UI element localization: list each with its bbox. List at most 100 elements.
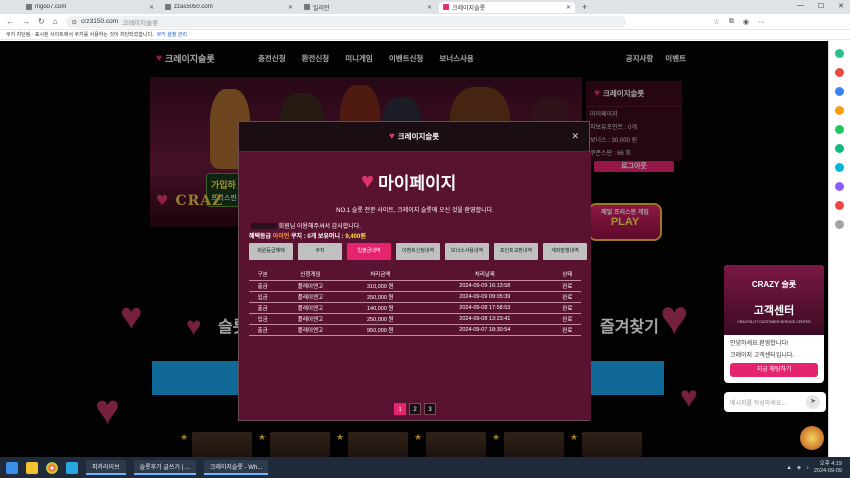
tray-icon[interactable]: ▲ [786,465,791,471]
menu-dots-icon[interactable]: ⋯ [758,18,765,26]
tab-account-history[interactable]: 계좌발행내역 [543,243,587,260]
sidebar-app-icon[interactable] [835,87,844,96]
browser-tab[interactable]: 일리언 ✕ [300,2,436,13]
start-icon[interactable] [6,461,18,474]
reload-icon[interactable]: ↻ [38,17,45,26]
chat-input[interactable]: 메시지를 작성하세요... ➤ [724,392,826,412]
volume-icon[interactable]: ♪ [806,465,809,471]
file-explorer-icon[interactable] [26,461,38,474]
sidebar-app-icon[interactable] [835,201,844,210]
welcome-line: 회원님 이용해주셔서 감사합니다. [251,221,361,230]
close-tab-icon[interactable]: ✕ [288,4,293,11]
browser-tab[interactable]: zzas5050.com ✕ [161,2,297,13]
close-tab-icon[interactable]: ✕ [427,4,432,11]
window-controls: — ☐ ✕ [797,2,844,10]
taskbar-app[interactable]: 피카라이브 [86,460,126,475]
clock[interactable]: 오후 4:19 2024-09-09 [814,461,842,475]
grade-line: 혜택등급 아이언 쿠지 : 0개 보유머니 : 9,400원 [249,231,366,240]
table-row: 출금 플레이엔고 950,000 원 2024-09-07 18:30:54 완료 [249,324,581,336]
tab-coupon[interactable]: 쿠지 [298,243,342,260]
browser-tab[interactable]: mgoo7.com ✕ [22,2,158,13]
tab-member-benefit[interactable]: 회원등급혜택 [249,243,293,260]
modal-subtitle: NO.1 슬롯 전문 사이트, 크레이지 슬롯에 오신 것을 환영합니다. [336,208,494,214]
close-tab-icon[interactable]: ✕ [149,4,154,11]
taskbar-app-label: 크레이지슬롯 - Wh... [209,465,263,471]
close-tab-icon[interactable]: ✕ [566,4,571,11]
pagination: 1 2 3 [394,403,436,415]
bookmark-star-icon[interactable]: ☆ [714,18,720,26]
back-icon[interactable]: ← [6,17,14,26]
chat-placeholder: 메시지를 작성하세요... [730,400,787,407]
column-header: 구분 [249,269,277,281]
info-link[interactable]: 쿠키 설정 관리 [157,31,187,38]
coupon-count: 쿠지 : 0개 [291,234,317,240]
whale-browser-icon[interactable] [66,461,78,474]
column-header: 신청게임 [276,269,345,281]
tab-point-history[interactable]: 포인트교환내역 [494,243,538,260]
url-field[interactable]: ⊙ crz3150.com 크레이지슬롯 [65,15,626,28]
close-icon[interactable]: ✕ [571,131,579,142]
column-header: 처리금액 [344,269,416,281]
chrome-icon[interactable] [46,461,58,474]
taskbar-app[interactable]: 슬롯후기 글쓰기 | ... [133,460,196,475]
tab-deposit-history[interactable]: 입출금내역 [347,243,391,260]
page-button[interactable]: 2 [409,403,421,415]
page-button-current[interactable]: 1 [394,403,406,415]
cell-game: 플레이엔고 [276,313,345,325]
cell-type: 출금 [249,280,277,292]
heart-logo-icon: ♥ [388,131,395,142]
home-icon[interactable]: ⌂ [53,17,58,26]
sidebar-app-icon[interactable] [835,144,844,153]
sidebar-app-icon[interactable] [835,106,844,115]
maximize-icon[interactable]: ☐ [818,2,824,10]
add-sidebar-icon[interactable] [835,220,844,229]
forward-icon[interactable]: → [22,17,30,26]
start-chat-button[interactable]: 지금 채팅하기 [730,363,818,377]
taskbar-app[interactable]: 크레이지슬롯 - Wh... [203,460,269,475]
extensions-icon[interactable]: ⧉ [729,18,734,26]
new-tab-button[interactable]: + [582,2,587,12]
cookie-info-bar: 쿠키 차단됨 · 표시된 사이트에서 쿠키를 사용하는 것이 차단되었습니다. … [0,30,850,40]
cell-status: 완료 [553,280,581,292]
clock-date: 2024-09-09 [813,467,842,474]
cell-type: 출금 [249,324,277,336]
cell-game: 플레이엔고 [276,291,345,303]
support-subtitle: CRAZYSLOT CUSTOMER SERVICE CENTER [737,320,811,324]
send-icon[interactable]: ➤ [806,395,820,409]
table-row: 입금 플레이엔고 250,000 원 2024-09-09 09:05:39 완료 [249,291,581,303]
grade-label: 혜택등급 [249,234,272,240]
support-brand: CRAZY 슬롯 [751,280,797,289]
support-message: 크레이지 고객센터입니다. [730,353,795,359]
table-header-row: 구분 신청게임 처리금액 처리날짜 상태 [249,269,581,281]
cell-status: 완료 [553,313,581,325]
welcome-text: 회원님 이용해주셔서 감사합니다. [278,224,361,230]
browser-tab-active[interactable]: 크레이지슬롯 ✕ [439,1,575,13]
cell-type: 출금 [249,302,277,314]
tab-label: zzas5050.com [174,4,213,10]
sidebar-app-icon[interactable] [835,125,844,134]
sidebar-app-icon[interactable] [835,182,844,191]
chat-bot-avatar[interactable] [800,426,824,450]
favicon-icon [165,4,171,10]
minimize-icon[interactable]: — [797,2,804,10]
info-text: 쿠키 차단됨 · 표시된 사이트에서 쿠키를 사용하는 것이 차단되었습니다. [6,32,154,38]
cell-amount: 250,000 원 [344,313,416,325]
profile-icon[interactable]: ◉ [743,18,749,26]
cell-amount: 140,000 원 [344,302,416,314]
cell-type: 입금 [249,313,277,325]
support-message: 안녕하세요.환영합니다! [730,341,789,347]
heart-logo-icon: ♥ [361,168,375,193]
mypage-title: ♥ 마이페이지 [361,168,456,194]
tab-bonus-history[interactable]: 보너스사용내역 [445,243,489,260]
sidebar-app-icon[interactable] [835,49,844,58]
browser-sidebar [828,41,850,457]
site-info-icon[interactable]: ⊙ [72,18,77,26]
page-button[interactable]: 3 [424,403,436,415]
sidebar-app-icon[interactable] [835,68,844,77]
transaction-table: 구분 신청게임 처리금액 처리날짜 상태 출금 플레이엔고 310,000 원 202… [249,269,581,336]
close-window-icon[interactable]: ✕ [838,2,844,10]
cell-amount: 250,000 원 [344,291,416,303]
sidebar-app-icon[interactable] [835,163,844,172]
tab-event-history[interactable]: 이벤트신청내역 [396,243,440,260]
network-icon[interactable]: ◈ [797,465,801,471]
